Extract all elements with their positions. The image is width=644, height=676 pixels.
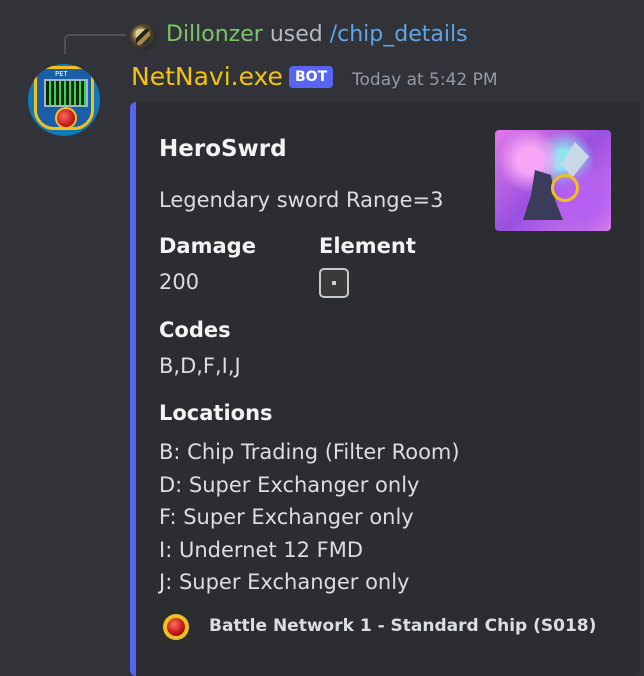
null-element-icon xyxy=(319,268,349,298)
field-element-name: Element xyxy=(319,234,416,258)
location-item: B: Chip Trading (Filter Room) xyxy=(159,440,460,464)
embed-footer-text: Battle Network 1 - Standard Chip (S018) xyxy=(209,616,597,636)
pet-device-icon: PET xyxy=(34,66,94,130)
pet-button-icon xyxy=(55,107,77,129)
footer-chip-icon xyxy=(163,614,189,640)
pet-label: PET xyxy=(55,70,68,78)
chat-message: Dillonzer used /chip_details PET NetNavi… xyxy=(0,0,644,676)
embed-accent-bar xyxy=(130,102,136,676)
field-codes-value: B,D,F,I,J xyxy=(159,354,241,378)
field-damage-name: Damage xyxy=(159,234,256,258)
bot-badge: BOT xyxy=(289,66,334,88)
embed-title: HeroSwrd xyxy=(159,136,287,162)
reply-user-avatar[interactable] xyxy=(130,24,156,50)
author-avatar[interactable]: PET xyxy=(28,64,100,136)
locations-list: B: Chip Trading (Filter Room) D: Super E… xyxy=(159,436,460,599)
message-timestamp[interactable]: Today at 5:42 PM xyxy=(352,70,498,90)
pet-screen xyxy=(44,79,88,107)
embed-description: Legendary sword Range=3 xyxy=(159,188,444,212)
reply-username[interactable]: Dillonzer xyxy=(166,22,263,47)
field-locations-name: Locations xyxy=(159,401,273,425)
field-codes-name: Codes xyxy=(159,318,231,342)
field-damage-value: 200 xyxy=(159,270,200,294)
chip-thumbnail-image[interactable] xyxy=(495,130,611,231)
location-item: I: Undernet 12 FMD xyxy=(159,537,364,562)
reply-connector xyxy=(64,34,126,54)
location-item: F: Super Exchanger only xyxy=(159,505,414,529)
thumbnail-ring xyxy=(551,174,579,202)
reply-used-text: used xyxy=(269,22,323,47)
chip-embed: HeroSwrd Legendary sword Range=3 Damage … xyxy=(130,102,640,676)
thumbnail-sword-icon xyxy=(561,142,589,178)
location-item: D: Super Exchanger only xyxy=(159,472,420,497)
reply-context: Dillonzer used /chip_details xyxy=(166,22,468,47)
location-item: J: Super Exchanger only xyxy=(159,570,410,594)
author-username[interactable]: NetNavi.exe xyxy=(131,62,283,91)
reply-command-link[interactable]: /chip_details xyxy=(330,22,468,47)
